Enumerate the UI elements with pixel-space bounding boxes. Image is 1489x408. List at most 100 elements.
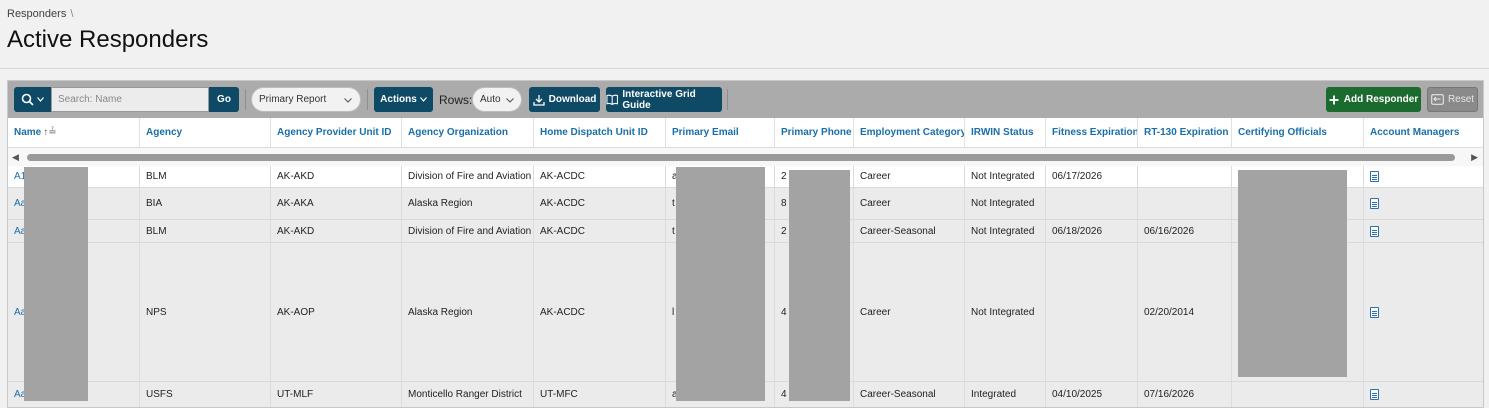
cell-fitness: 06/17/2026 [1046,166,1138,187]
column-header-fitness-expiration[interactable]: Fitness Expiration [1046,118,1138,148]
document-icon[interactable] [1370,225,1379,237]
document-icon[interactable] [1370,306,1379,318]
scrollbar-thumb[interactable] [27,154,1455,161]
column-header-name[interactable]: Name ↑≟ [8,118,140,148]
column-header-agency-provider-unit-id[interactable]: Agency Provider Unit ID [271,118,402,148]
cell-dispatch: AK-ACDC [534,220,666,242]
cell-agency: BLM [140,166,271,187]
scroll-right-arrow-icon[interactable]: ▶ [1471,152,1478,163]
cell-provider: AK-AKA [271,188,402,219]
cell-account-managers [1364,188,1483,219]
scroll-left-arrow-icon[interactable]: ◀ [12,152,19,163]
column-header-rt130-expiration[interactable]: RT-130 Expiration [1138,118,1232,148]
reset-button[interactable]: Reset [1427,87,1478,112]
breadcrumb-separator: \ [70,8,74,20]
sort-ascending-icon: ↑≟ [43,127,57,138]
page-title: Active Responders [7,26,209,53]
cell-fitness [1046,188,1138,219]
column-header-home-dispatch-unit-id[interactable]: Home Dispatch Unit ID [534,118,666,148]
cell-agency: NPS [140,243,271,381]
download-label: Download [548,94,597,105]
cell-agency: BLM [140,220,271,242]
download-button[interactable]: Download [529,87,600,112]
cell-organization: Division of Fire and Aviation [402,220,534,242]
cell-fitness: 04/10/2025 [1046,382,1138,407]
reset-label: Reset [1447,94,1475,105]
cell-category: Career-Seasonal [854,220,965,242]
redaction-block [789,170,850,401]
cell-dispatch: AK-ACDC [534,166,666,187]
column-header-primary-email[interactable]: Primary Email [666,118,775,148]
report-select-value: Primary Report [259,94,327,105]
chevron-down-icon [37,97,44,102]
horizontal-scrollbar[interactable]: ◀ ▶ [8,148,1483,166]
cell-provider: AK-AKD [271,220,402,242]
report-select[interactable]: Primary Report [251,87,361,112]
actions-menu-button[interactable]: Actions [374,87,433,112]
breadcrumb-responders-link[interactable]: Responders [7,8,66,20]
toolbar-divider [727,89,728,110]
chevron-down-icon [344,98,352,103]
column-header-primary-phone[interactable]: Primary Phone [775,118,854,148]
cell-rt130 [1138,188,1232,219]
document-icon[interactable] [1370,171,1379,182]
column-header-agency[interactable]: Agency [140,118,271,148]
search-column-button[interactable] [14,87,51,112]
cell-provider: AK-AOP [271,243,402,381]
cell-organization: Alaska Region [402,243,534,381]
column-header-row: Name ↑≟ Agency Agency Provider Unit ID Ag… [8,118,1483,148]
column-header-agency-organization[interactable]: Agency Organization [402,118,534,148]
book-icon [606,94,618,105]
cell-organization: Division of Fire and Aviation [402,166,534,187]
plus-icon [1329,95,1339,104]
cell-rt130 [1138,166,1232,187]
column-header-account-managers[interactable]: Account Managers [1364,118,1483,148]
redaction-block [676,167,765,401]
cell-account-managers [1364,220,1483,242]
cell-category: Career [854,166,965,187]
add-responder-label: Add Responder [1343,94,1419,105]
cell-organization: Monticello Ranger District [402,382,534,407]
cell-irwin: Not Integrated [965,243,1046,381]
search-input[interactable]: Search: Name [51,87,209,112]
header-divider [0,68,1489,69]
search-icon [21,93,34,106]
cell-dispatch: UT-MFC [534,382,666,407]
document-icon[interactable] [1370,198,1379,209]
column-header-certifying-officials[interactable]: Certifying Officials [1232,118,1364,148]
cell-irwin: Not Integrated [965,166,1046,187]
toolbar-divider [367,89,368,110]
rows-label: Rows: [439,93,473,107]
interactive-grid: Search: Name Go Primary Report Actions R… [7,80,1484,408]
cell-category: Career-Seasonal [854,382,965,407]
toolbar-divider [245,89,246,110]
download-icon [532,94,545,106]
reset-icon [1431,94,1444,105]
grid-toolbar: Search: Name Go Primary Report Actions R… [8,81,1483,118]
cell-dispatch: AK-ACDC [534,243,666,381]
actions-label: Actions [380,94,417,105]
cell-agency: USFS [140,382,271,407]
cell-irwin: Not Integrated [965,188,1046,219]
interactive-grid-guide-button[interactable]: Interactive Grid Guide [606,87,722,112]
cell-rt130: 06/16/2026 [1138,220,1232,242]
cell-fitness: 06/18/2026 [1046,220,1138,242]
column-header-employment-category[interactable]: Employment Category [854,118,965,148]
cell-fitness [1046,243,1138,381]
rows-select-value: Auto [480,94,501,105]
rows-select[interactable]: Auto [472,87,522,112]
cell-account-managers [1364,166,1483,187]
cell-irwin: Integrated [965,382,1046,407]
cell-rt130: 02/20/2014 [1138,243,1232,381]
chevron-down-icon [506,98,514,103]
cell-provider: AK-AKD [271,166,402,187]
cell-officials [1232,382,1364,407]
add-responder-button[interactable]: Add Responder [1326,87,1421,112]
cell-provider: UT-MLF [271,382,402,407]
cell-dispatch: AK-ACDC [534,188,666,219]
document-icon[interactable] [1370,389,1379,400]
go-button[interactable]: Go [209,87,239,112]
cell-category: Career [854,243,965,381]
guide-label: Interactive Grid Guide [622,88,696,111]
column-header-irwin-status[interactable]: IRWIN Status [965,118,1046,148]
